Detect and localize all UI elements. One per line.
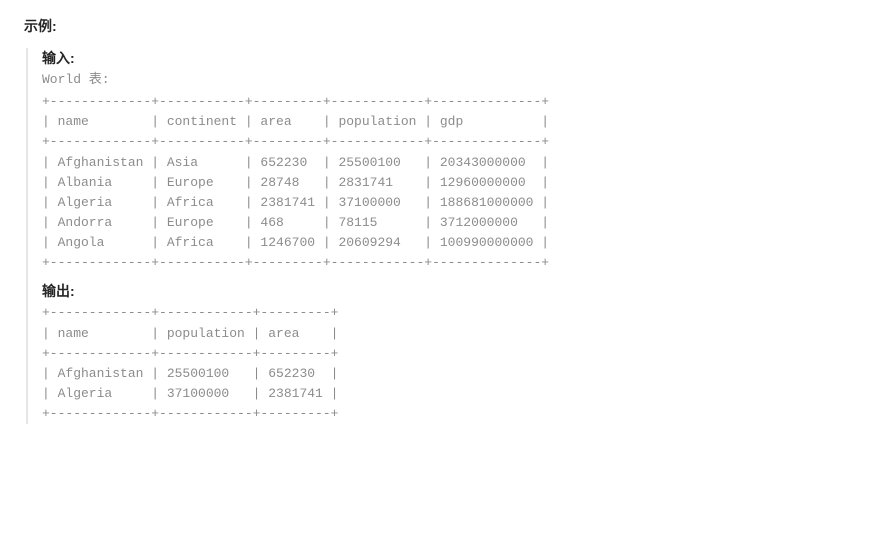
input-label: 输入:: [42, 48, 864, 68]
example-heading: 示例:: [24, 16, 864, 36]
input-table: +-------------+-----------+---------+---…: [42, 92, 864, 273]
output-label: 输出:: [42, 281, 864, 301]
input-caption: World 表:: [42, 70, 864, 90]
example-block: 输入: World 表: +-------------+-----------+…: [26, 48, 864, 424]
output-table: +-------------+------------+---------+ |…: [42, 303, 864, 424]
